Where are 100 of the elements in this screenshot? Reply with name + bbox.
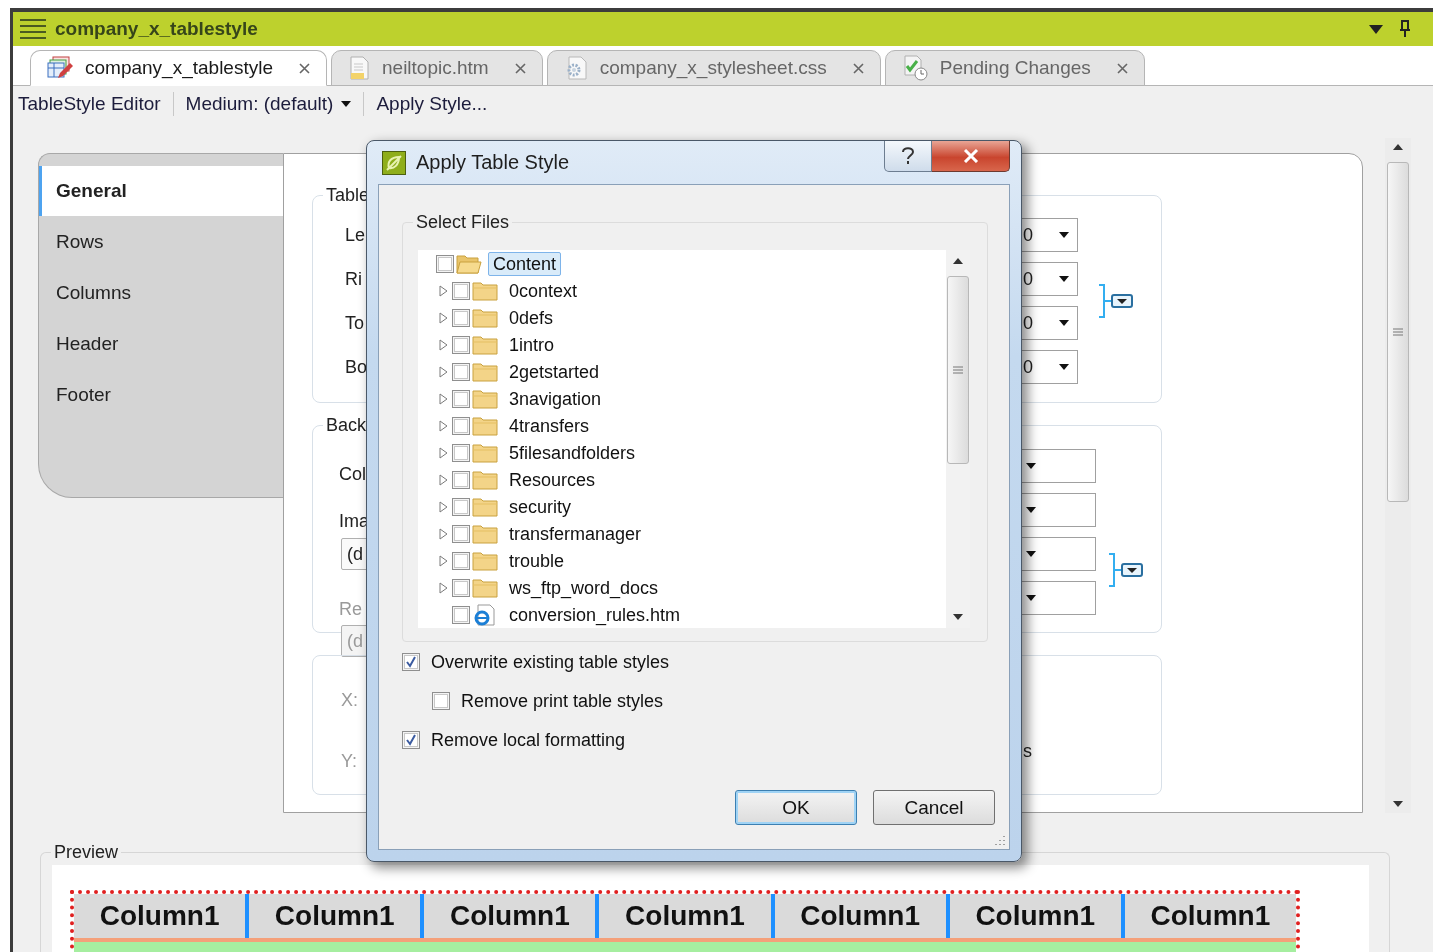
caret-icon[interactable]	[1059, 232, 1069, 238]
caret-icon[interactable]	[1026, 595, 1036, 601]
checkbox[interactable]	[452, 362, 470, 381]
expand-arrow-icon[interactable]	[438, 554, 448, 567]
tree-item[interactable]: conversion_rules.htm	[504, 602, 686, 627]
expand-arrow-icon[interactable]	[438, 527, 448, 540]
document-tab[interactable]: neiltopic.htm	[331, 50, 543, 86]
question-mark-icon	[901, 147, 915, 165]
field-label: To	[345, 312, 364, 334]
tree-item[interactable]: ws_ftp_word_docs	[504, 575, 664, 600]
checkbox[interactable]	[452, 551, 470, 570]
dropdown-arrow-icon[interactable]	[1369, 24, 1383, 34]
tree-item[interactable]: transfermanager	[504, 521, 647, 546]
folder-icon	[472, 414, 498, 437]
resize-grip-icon[interactable]	[994, 834, 1006, 846]
checkbox[interactable]	[452, 470, 470, 489]
expand-arrow-icon[interactable]	[438, 392, 448, 405]
menu-icon[interactable]	[19, 18, 47, 40]
tree-item[interactable]: 0context	[504, 278, 583, 303]
nav-item[interactable]: Rows	[39, 217, 283, 267]
pin-icon[interactable]	[1399, 20, 1411, 38]
tree-item[interactable]: trouble	[504, 548, 570, 573]
nav-item[interactable]: Footer	[39, 370, 283, 420]
caret-icon[interactable]	[1059, 364, 1069, 370]
checkbox[interactable]	[452, 443, 470, 462]
checkbox[interactable]	[432, 692, 450, 710]
expand-arrow-icon[interactable]	[438, 311, 448, 324]
tree-item[interactable]: 4transfers	[504, 413, 595, 438]
scroll-down-icon[interactable]	[953, 614, 963, 620]
style-dropdown[interactable]: Medium: (default)	[185, 93, 352, 115]
tree-item[interactable]: Resources	[504, 467, 601, 492]
column-header: Column1	[249, 894, 425, 938]
expand-arrow-icon[interactable]	[438, 473, 448, 486]
tree-item[interactable]: 1intro	[504, 332, 560, 357]
expand-arrow-icon[interactable]	[438, 581, 448, 594]
vertical-scrollbar[interactable]	[1385, 138, 1411, 813]
scroll-thumb[interactable]	[1387, 162, 1409, 502]
apply-style-button[interactable]: Apply Style...	[376, 93, 488, 115]
option-label: s	[1022, 740, 1033, 763]
close-icon[interactable]	[299, 62, 310, 74]
column-header: Column1	[774, 894, 950, 938]
checkbox[interactable]	[402, 653, 420, 671]
folder-icon	[472, 306, 498, 329]
expand-arrow-icon[interactable]	[438, 500, 448, 513]
bracket-dropdown-icon[interactable]	[1108, 552, 1144, 587]
checkbox[interactable]	[452, 578, 470, 597]
nav-item[interactable]: Columns	[39, 268, 283, 318]
tree-item[interactable]: Content	[488, 251, 562, 276]
close-icon[interactable]	[514, 62, 526, 74]
checkbox[interactable]	[452, 389, 470, 408]
caret-icon[interactable]	[1026, 507, 1036, 513]
scroll-down-icon[interactable]	[1393, 801, 1403, 807]
field-label: Bo	[345, 356, 368, 378]
document-tab[interactable]: company_x_tablestyle	[30, 50, 327, 86]
check-clock-icon	[901, 55, 928, 81]
document-tab[interactable]: Pending Changes	[884, 50, 1145, 86]
expand-arrow-icon[interactable]	[438, 365, 448, 378]
checkbox[interactable]	[452, 605, 470, 624]
caret-icon[interactable]	[1059, 276, 1069, 282]
field-label: Y:	[341, 750, 357, 772]
checkbox[interactable]	[452, 524, 470, 543]
nav-item[interactable]: Header	[39, 319, 283, 369]
checkbox[interactable]	[452, 308, 470, 327]
expand-arrow-icon[interactable]	[438, 419, 448, 432]
expand-arrow-icon[interactable]	[438, 338, 448, 351]
checkbox[interactable]	[402, 731, 420, 749]
column-header: Column1	[599, 894, 775, 938]
expand-arrow-icon[interactable]	[438, 284, 448, 297]
nav-item[interactable]: General	[39, 166, 283, 216]
checkbox[interactable]	[452, 416, 470, 435]
caret-icon[interactable]	[1059, 320, 1069, 326]
scroll-up-icon[interactable]	[953, 258, 963, 264]
close-icon[interactable]	[1116, 62, 1128, 74]
dialog-button[interactable]: OK	[735, 790, 857, 825]
tree-item[interactable]: 5filesandfolders	[504, 440, 641, 465]
caret-icon[interactable]	[1026, 463, 1036, 469]
caret-icon[interactable]	[1026, 551, 1036, 557]
tree-item[interactable]: 3navigation	[504, 386, 607, 411]
checkbox[interactable]	[452, 497, 470, 516]
expand-arrow-icon[interactable]	[438, 446, 448, 459]
close-button[interactable]	[932, 141, 1010, 172]
folder-icon	[472, 468, 498, 491]
dialog-button[interactable]: Cancel	[873, 790, 995, 825]
help-button[interactable]	[884, 141, 932, 172]
tree-item[interactable]: 0defs	[504, 305, 559, 330]
checkbox[interactable]	[436, 254, 454, 273]
scroll-thumb[interactable]	[947, 276, 969, 464]
checkbox[interactable]	[452, 281, 470, 300]
scroll-up-icon[interactable]	[1393, 144, 1403, 150]
caret-icon[interactable]	[341, 101, 352, 107]
column-header: Column1	[74, 894, 250, 938]
tree-item[interactable]: 2getstarted	[504, 359, 605, 384]
document-tab[interactable]: company_x_stylesheet.css	[546, 50, 881, 86]
tree-item[interactable]: security	[504, 494, 576, 519]
table-pencil-icon	[47, 56, 73, 80]
close-icon	[962, 149, 979, 163]
close-icon[interactable]	[852, 62, 864, 74]
editor-title: TableStyle Editor	[18, 93, 161, 115]
bracket-dropdown-icon[interactable]	[1098, 284, 1134, 318]
checkbox[interactable]	[452, 335, 470, 354]
